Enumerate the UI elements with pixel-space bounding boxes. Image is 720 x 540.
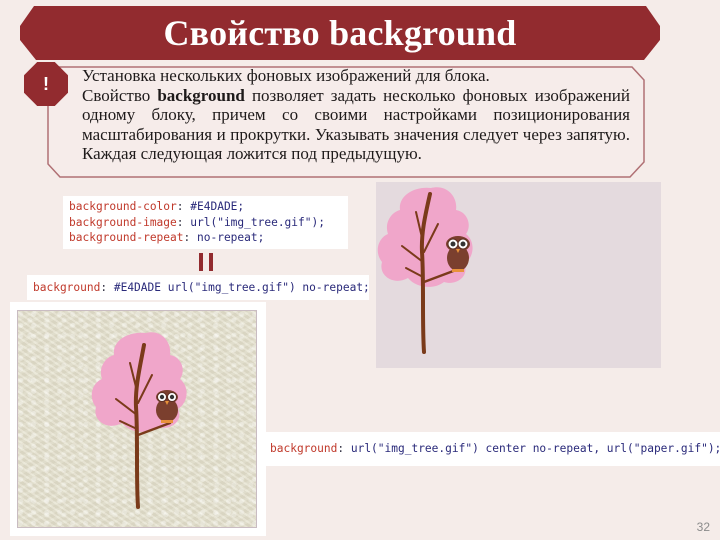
page-number: 32 <box>696 520 710 534</box>
code-line: background-color: #E4DADE; <box>69 200 245 213</box>
demo-single-background <box>376 182 661 368</box>
code-shorthand: background: #E4DADE url("img_tree.gif") … <box>27 275 370 300</box>
slide-title: Свойство background <box>163 13 517 53</box>
note-heading: Установка нескольких фоновых изображений… <box>82 66 490 85</box>
note-body-keyword: background <box>157 85 245 105</box>
tree-owl-image <box>377 187 473 354</box>
note-body-prefix: Свойство <box>82 85 158 105</box>
code-line: background-image: url("img_tree.gif"); <box>69 215 325 229</box>
code-multiple: background: url("img_tree.gif") center n… <box>264 432 720 466</box>
note-text: Установка нескольких фоновых изображений… <box>82 66 630 164</box>
exclamation-icon: ! <box>43 73 49 94</box>
demo-multiple-backgrounds <box>17 310 257 528</box>
tree-owl-image <box>91 332 187 509</box>
owl-icon <box>156 390 178 423</box>
equivalence-icon <box>199 253 213 271</box>
title-banner: Свойство background <box>20 6 660 60</box>
code-line: background-repeat: no-repeat; <box>69 231 265 244</box>
code-longhand: background-color: #E4DADE; background-ima… <box>63 196 348 249</box>
